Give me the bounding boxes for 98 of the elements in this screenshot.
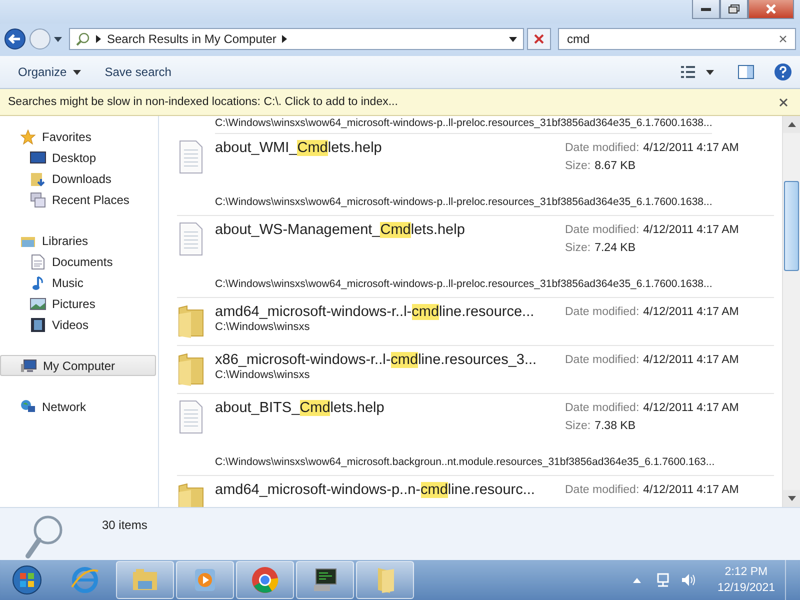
maximize-button[interactable] bbox=[720, 0, 748, 19]
nav-item[interactable]: Pictures bbox=[0, 293, 156, 314]
pictures-icon bbox=[30, 296, 46, 312]
folder-icon bbox=[177, 304, 205, 338]
taskbar-app[interactable] bbox=[296, 561, 354, 599]
date-label: Date modified: bbox=[565, 306, 640, 318]
search-result[interactable]: amd64_microsoft-windows-r..l-cmdline.resource... C:\Windows\winsxs Date modified: 4/12/2011 4:17 AM bbox=[177, 298, 774, 346]
restore-icon bbox=[728, 4, 740, 14]
info-message[interactable]: Searches might be slow in non-indexed locations: C:\. Click to add to index... bbox=[8, 96, 398, 108]
search-result[interactable]: x86_microsoft-windows-r..l-cmdline.resources_3... C:\Windows\winsxs Date modified: 4/12/2011 4:17 AM bbox=[177, 346, 774, 394]
date-label: Date modified: bbox=[565, 354, 640, 366]
close-icon[interactable] bbox=[779, 98, 788, 106]
size-value: 7.24 KB bbox=[594, 242, 636, 254]
file-name: amd64_microsoft-windows-r..l-cmdline.resource... bbox=[215, 304, 536, 320]
nav-item[interactable]: Network bbox=[0, 396, 156, 417]
date-value: 4/12/2011 4:17 AM bbox=[643, 306, 739, 318]
size-value: 7.38 KB bbox=[594, 420, 636, 432]
close-icon bbox=[765, 4, 777, 14]
date-label: Date modified: bbox=[565, 224, 640, 236]
document-icon bbox=[177, 140, 205, 174]
downloads-icon bbox=[30, 170, 46, 186]
minimize-button[interactable] bbox=[692, 0, 720, 19]
preview-pane-icon[interactable] bbox=[738, 65, 754, 79]
toolbar-button[interactable]: Save search bbox=[96, 61, 180, 83]
search-result[interactable]: about_WS-Management_Cmdlets.help Date modified: 4/12/2011 4:17 AM Size: 7.24 KB C:\Windows\winsxs\wow64_microsoft-windows-p..ll-preloc.resources_31bf3856ad364e35_6.1.7600.1638... bbox=[177, 216, 774, 298]
tray-arrow-icon[interactable] bbox=[633, 578, 642, 582]
nav-item[interactable]: Favorites bbox=[0, 126, 156, 147]
chevron-icon bbox=[96, 35, 101, 43]
date-value: 4/12/2011 4:17 AM bbox=[643, 354, 739, 366]
back-button[interactable] bbox=[4, 28, 26, 50]
date-value: 4/12/2011 4:17 AM bbox=[643, 402, 739, 414]
date-value: 4/12/2011 4:17 AM bbox=[643, 142, 739, 154]
address-bar[interactable]: Search Results in My Computer bbox=[69, 28, 524, 50]
nav-item[interactable]: Libraries bbox=[0, 230, 156, 251]
search-result[interactable]: about_BITS_Cmdlets.help Date modified: 4/12/2011 4:17 AM Size: 7.38 KB C:\Windows\winsxs\wow64_microsoft.backgroun..nt.module.resources_31bf3856ad364e35_6.1.7600.163... bbox=[177, 394, 774, 476]
scroll-thumb[interactable] bbox=[784, 181, 799, 271]
help-icon[interactable] bbox=[774, 63, 792, 81]
nav-item[interactable]: Documents bbox=[0, 251, 156, 272]
scroll-up-icon[interactable] bbox=[788, 122, 796, 127]
size-label: Size: bbox=[565, 160, 591, 172]
search-field[interactable]: cmd bbox=[558, 28, 796, 50]
dropdown-arrow-icon[interactable] bbox=[509, 36, 517, 42]
file-name: amd64_microsoft-windows-p..n-cmdline.resourc... bbox=[215, 482, 536, 498]
search-result[interactable]: about_WMI_Cmdlets.help Date modified: 4/12/2011 4:17 AM Size: 8.67 KB C:\Windows\winsxs\wow64_microsoft-windows-p..ll-preloc.resources_31bf3856ad364e35_6.1.7600.1638... bbox=[177, 134, 774, 216]
folder-icon bbox=[177, 352, 205, 386]
windows-logo-icon bbox=[12, 565, 42, 595]
desktop-icon bbox=[30, 150, 46, 166]
music-icon bbox=[30, 274, 46, 290]
close-icon bbox=[534, 34, 544, 44]
file-path: C:\Windows\winsxs bbox=[215, 321, 311, 333]
network-icon bbox=[20, 398, 36, 414]
toolbar-button[interactable]: Organize bbox=[10, 61, 89, 83]
nav-item[interactable]: Videos bbox=[0, 314, 156, 335]
network-icon[interactable] bbox=[655, 572, 672, 588]
file-name: about_WS-Management_Cmdlets.help bbox=[215, 222, 466, 238]
file-name: about_WMI_Cmdlets.help bbox=[215, 140, 383, 156]
date-value: 4/12/2011 4:17 AM bbox=[643, 484, 739, 496]
close-button[interactable] bbox=[748, 0, 794, 19]
size-value: 8.67 KB bbox=[594, 160, 636, 172]
computer-icon bbox=[21, 358, 37, 374]
size-label: Size: bbox=[565, 242, 591, 254]
nav-item[interactable]: Recent Places bbox=[0, 189, 156, 210]
file-path: C:\Windows\winsxs\wow64_microsoft-windows-p..ll-preloc.resources_31bf3856ad364e35_6.1.7600.1638... bbox=[215, 116, 712, 134]
nav-item[interactable]: Downloads bbox=[0, 168, 156, 189]
document-icon bbox=[177, 400, 205, 434]
document-icon bbox=[177, 222, 205, 256]
breadcrumb[interactable]: Search Results in My Computer bbox=[107, 32, 276, 46]
date-value: 4/12/2011 4:17 AM bbox=[643, 224, 739, 236]
item-count: 30 items bbox=[102, 518, 148, 532]
scrollbar[interactable] bbox=[782, 116, 800, 507]
document-icon bbox=[30, 254, 46, 270]
file-path: C:\Windows\winsxs\wow64_microsoft-windows-p..ll-preloc.resources_31bf3856ad364e35_6.1.7600.1638... bbox=[215, 195, 712, 209]
nav-item[interactable]: Music bbox=[0, 272, 156, 293]
videos-icon bbox=[30, 316, 46, 332]
speaker-icon[interactable] bbox=[681, 572, 698, 588]
file-path: C:\Windows\winsxs\wow64_microsoft.backgroun..nt.module.resources_31bf3856ad364e35_6.1.7600.163... bbox=[215, 455, 715, 469]
file-name: x86_microsoft-windows-r..l-cmdline.resources_3... bbox=[215, 352, 538, 368]
minimize-icon bbox=[700, 6, 712, 12]
chevron-icon bbox=[282, 35, 288, 43]
info-bar[interactable]: Searches might be slow in non-indexed locations: C:\. Click to add to index... bbox=[0, 89, 800, 116]
file-path: C:\Windows\winsxs bbox=[215, 369, 311, 381]
date-label: Date modified: bbox=[565, 484, 640, 496]
stop-button[interactable] bbox=[527, 28, 551, 50]
star-icon bbox=[20, 128, 36, 144]
nav-item[interactable]: My Computer bbox=[0, 355, 156, 376]
folder-icon bbox=[177, 482, 205, 507]
search-icon bbox=[76, 32, 90, 46]
nav-item[interactable]: Desktop bbox=[0, 147, 156, 168]
size-label: Size: bbox=[565, 420, 591, 432]
scroll-down-icon[interactable] bbox=[788, 496, 796, 501]
dropdown-arrow-icon[interactable] bbox=[54, 36, 62, 42]
date-label: Date modified: bbox=[565, 402, 640, 414]
file-name: about_BITS_Cmdlets.help bbox=[215, 400, 386, 416]
clear-icon[interactable] bbox=[779, 35, 787, 43]
date-label: Date modified: bbox=[565, 142, 640, 154]
view-list-icon[interactable] bbox=[680, 64, 696, 80]
dropdown-arrow-icon[interactable] bbox=[706, 70, 714, 74]
file-path: C:\Windows\winsxs\wow64_microsoft-windows-p..ll-preloc.resources_31bf3856ad364e35_6.1.7600.1638... bbox=[215, 277, 712, 291]
